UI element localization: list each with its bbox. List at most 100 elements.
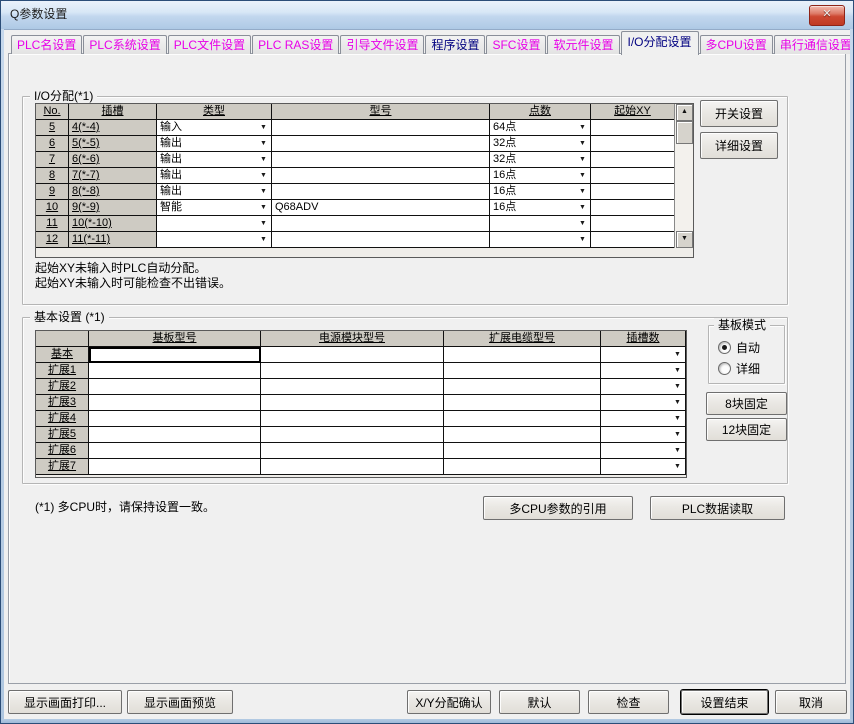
io-model-input[interactable] (272, 216, 490, 232)
dropdown-arrow-icon[interactable]: ▼ (671, 396, 684, 409)
base-slots-select[interactable]: ▼ (601, 395, 686, 411)
base-power-model-input[interactable] (261, 427, 444, 443)
io-type-select[interactable]: 输出▼ (157, 136, 272, 152)
base-cable-model-input[interactable] (444, 459, 601, 475)
io-model-input[interactable] (272, 168, 490, 184)
tab-boot-file[interactable]: 引导文件设置 (340, 35, 424, 54)
base-slots-select[interactable]: ▼ (601, 347, 686, 363)
fix-8-slots-button[interactable]: 8块固定 (706, 392, 787, 415)
base-board-model-input[interactable] (89, 379, 261, 395)
preview-screen-button[interactable]: 显示画面预览 (127, 690, 233, 714)
base-board-model-input[interactable] (89, 459, 261, 475)
io-points-select[interactable]: ▼ (490, 216, 591, 232)
tab-device[interactable]: 软元件设置 (547, 35, 619, 54)
dropdown-arrow-icon[interactable]: ▼ (257, 201, 270, 214)
base-power-model-input[interactable] (261, 459, 444, 475)
cancel-button[interactable]: 取消 (775, 690, 847, 714)
base-power-model-input[interactable] (261, 347, 444, 363)
dropdown-arrow-icon[interactable]: ▼ (671, 428, 684, 441)
tab-multi-cpu[interactable]: 多CPU设置 (700, 35, 773, 54)
base-slots-select[interactable]: ▼ (601, 363, 686, 379)
base-cable-model-input[interactable] (444, 427, 601, 443)
io-points-select[interactable]: 16点▼ (490, 184, 591, 200)
tab-io-assignment[interactable]: I/O分配设置 (621, 31, 699, 55)
base-board-model-input[interactable] (89, 395, 261, 411)
io-type-select[interactable]: 输入▼ (157, 120, 272, 136)
dropdown-arrow-icon[interactable]: ▼ (576, 185, 589, 198)
base-board-model-input[interactable] (89, 443, 261, 459)
io-type-select[interactable]: ▼ (157, 216, 272, 232)
tab-plc-file[interactable]: PLC文件设置 (168, 35, 251, 54)
dropdown-arrow-icon[interactable]: ▼ (576, 137, 589, 150)
detail-settings-button[interactable]: 详细设置 (700, 132, 778, 159)
scroll-down-button[interactable]: ▼ (676, 231, 693, 248)
dropdown-arrow-icon[interactable]: ▼ (671, 412, 684, 425)
base-slots-select[interactable]: ▼ (601, 443, 686, 459)
base-cable-model-input[interactable] (444, 347, 601, 363)
io-xy-input[interactable] (591, 136, 675, 152)
scrollbar-thumb[interactable] (676, 121, 693, 144)
base-cable-model-input[interactable] (444, 379, 601, 395)
io-model-input[interactable] (272, 232, 490, 248)
plc-data-read-button[interactable]: PLC数据读取 (650, 496, 785, 520)
base-cable-model-input[interactable] (444, 411, 601, 427)
dropdown-arrow-icon[interactable]: ▼ (576, 121, 589, 134)
base-cable-model-input[interactable] (444, 443, 601, 459)
dropdown-arrow-icon[interactable]: ▼ (257, 137, 270, 150)
io-xy-input[interactable] (591, 120, 675, 136)
dropdown-arrow-icon[interactable]: ▼ (257, 185, 270, 198)
dropdown-arrow-icon[interactable]: ▼ (576, 233, 589, 246)
io-points-select[interactable]: ▼ (490, 232, 591, 248)
io-points-select[interactable]: 32点▼ (490, 152, 591, 168)
io-points-select[interactable]: 16点▼ (490, 200, 591, 216)
io-model-input[interactable] (272, 184, 490, 200)
io-points-select[interactable]: 16点▼ (490, 168, 591, 184)
base-power-model-input[interactable] (261, 443, 444, 459)
dropdown-arrow-icon[interactable]: ▼ (257, 233, 270, 246)
base-board-model-input[interactable] (89, 427, 261, 443)
fix-12-slots-button[interactable]: 12块固定 (706, 418, 787, 441)
io-points-select[interactable]: 64点▼ (490, 120, 591, 136)
multi-cpu-param-button[interactable]: 多CPU参数的引用 (483, 496, 633, 520)
io-type-select[interactable]: 输出▼ (157, 168, 272, 184)
tab-plc-name[interactable]: PLC名设置 (11, 35, 82, 54)
dropdown-arrow-icon[interactable]: ▼ (576, 201, 589, 214)
dropdown-arrow-icon[interactable]: ▼ (257, 169, 270, 182)
print-screen-button[interactable]: 显示画面打印... (8, 690, 122, 714)
base-power-model-input[interactable] (261, 411, 444, 427)
dropdown-arrow-icon[interactable]: ▼ (576, 217, 589, 230)
base-power-model-input[interactable] (261, 363, 444, 379)
io-model-input[interactable]: Q68ADV (272, 200, 490, 216)
io-xy-input[interactable] (591, 216, 675, 232)
tab-sfc[interactable]: SFC设置 (486, 35, 546, 54)
base-cable-model-input[interactable] (444, 395, 601, 411)
base-power-model-input[interactable] (261, 395, 444, 411)
base-slots-select[interactable]: ▼ (601, 427, 686, 443)
io-table-scrollbar[interactable]: ▲ ▼ (674, 104, 693, 248)
io-model-input[interactable] (272, 152, 490, 168)
base-mode-auto-radio[interactable]: 自动 (718, 339, 760, 356)
io-xy-input[interactable] (591, 168, 675, 184)
default-button[interactable]: 默认 (499, 690, 580, 714)
io-type-select[interactable]: 输出▼ (157, 152, 272, 168)
io-model-input[interactable] (272, 136, 490, 152)
dropdown-arrow-icon[interactable]: ▼ (671, 444, 684, 457)
dropdown-arrow-icon[interactable]: ▼ (257, 217, 270, 230)
switch-settings-button[interactable]: 开关设置 (700, 100, 778, 127)
scroll-up-button[interactable]: ▲ (676, 104, 693, 121)
tab-serial[interactable]: 串行通信设置 (774, 35, 854, 54)
dropdown-arrow-icon[interactable]: ▼ (671, 364, 684, 377)
io-model-input[interactable] (272, 120, 490, 136)
tab-program[interactable]: 程序设置 (425, 35, 485, 54)
xy-confirm-button[interactable]: X/Y分配确认 (407, 690, 491, 714)
dropdown-arrow-icon[interactable]: ▼ (576, 169, 589, 182)
base-slots-select[interactable]: ▼ (601, 411, 686, 427)
dropdown-arrow-icon[interactable]: ▼ (576, 153, 589, 166)
base-slots-select[interactable]: ▼ (601, 459, 686, 475)
base-mode-detail-radio[interactable]: 详细 (718, 360, 760, 377)
setting-end-button[interactable]: 设置结束 (681, 690, 768, 714)
tab-plc-system[interactable]: PLC系统设置 (83, 35, 166, 54)
io-type-select[interactable]: 智能▼ (157, 200, 272, 216)
io-xy-input[interactable] (591, 200, 675, 216)
base-slots-select[interactable]: ▼ (601, 379, 686, 395)
